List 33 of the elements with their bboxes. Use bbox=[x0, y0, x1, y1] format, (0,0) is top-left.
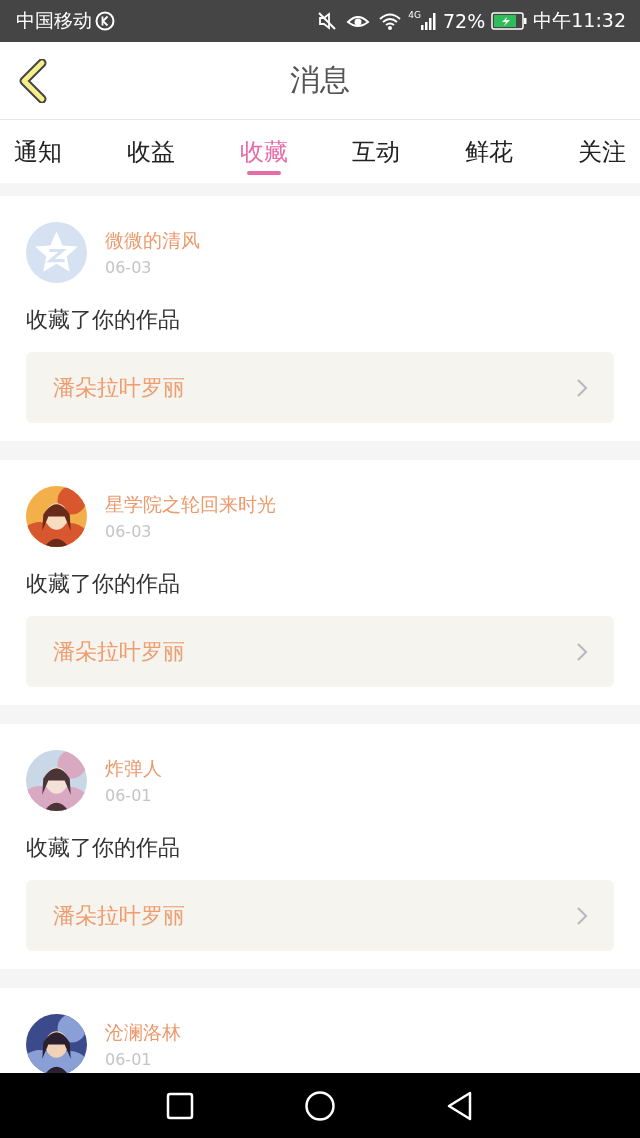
k-circle-icon bbox=[95, 11, 115, 31]
wifi-icon bbox=[378, 11, 403, 31]
default-avatar-icon bbox=[26, 222, 87, 283]
message-text: 收藏了你的作品 bbox=[26, 834, 181, 862]
tab[interactable]: 互动 bbox=[352, 120, 401, 183]
clock-time: 中午11:32 bbox=[533, 8, 626, 33]
work-link[interactable]: 潘朵拉叶罗丽 bbox=[26, 880, 614, 951]
battery-icon bbox=[491, 12, 528, 30]
page-title: 消息 bbox=[290, 61, 350, 99]
message-date: 06-01 bbox=[105, 1050, 153, 1069]
tab[interactable]: 关注 bbox=[578, 120, 626, 183]
message-date: 06-03 bbox=[105, 522, 153, 541]
chevron-right-icon bbox=[576, 377, 588, 398]
carrier-name: 中国移动 bbox=[16, 8, 92, 33]
user-name[interactable]: 星学院之轮回来时光 bbox=[105, 492, 276, 518]
message-text: 收藏了你的作品 bbox=[26, 306, 181, 334]
tab[interactable]: 鲜花 bbox=[465, 120, 514, 183]
user-name[interactable]: 微微的清风 bbox=[105, 228, 200, 254]
message-text: 收藏了你的作品 bbox=[26, 570, 181, 598]
tab[interactable]: 通知 bbox=[14, 120, 62, 183]
message-date: 06-01 bbox=[105, 786, 153, 805]
battery-percent: 72% bbox=[443, 10, 486, 32]
tab[interactable]: 收益 bbox=[126, 120, 175, 183]
signal-icon bbox=[421, 12, 437, 30]
tab[interactable]: 收藏 bbox=[239, 120, 288, 183]
user-name[interactable]: 沧澜洛林 bbox=[105, 1020, 181, 1046]
work-link[interactable]: 潘朵拉叶罗丽 bbox=[26, 352, 614, 423]
chevron-right-icon bbox=[576, 905, 588, 926]
network-type: 4G bbox=[408, 10, 421, 20]
work-link[interactable]: 潘朵拉叶罗丽 bbox=[26, 616, 614, 687]
chevron-right-icon bbox=[576, 641, 588, 662]
message-date: 06-03 bbox=[105, 258, 153, 277]
user-name[interactable]: 炸弹人 bbox=[105, 756, 162, 782]
